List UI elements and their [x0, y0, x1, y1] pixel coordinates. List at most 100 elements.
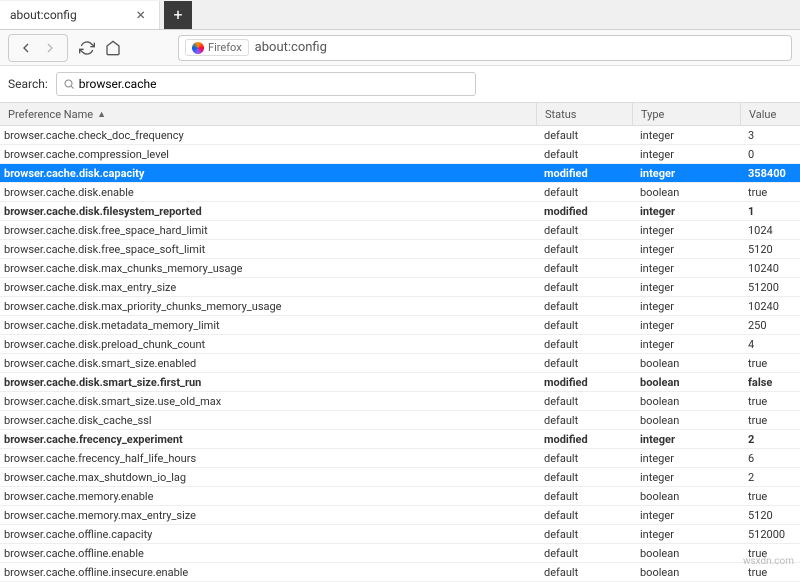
tab-title: about:config [10, 8, 77, 22]
pref-row[interactable]: browser.cache.disk.enabledefaultbooleant… [0, 183, 800, 202]
pref-row[interactable]: browser.cache.disk.max_priority_chunks_m… [0, 297, 800, 316]
pref-name: browser.cache.offline.insecure.enable [0, 566, 536, 579]
pref-value: 10240 [740, 300, 800, 313]
pref-row[interactable]: browser.cache.frecency_half_life_hoursde… [0, 449, 800, 468]
pref-value: 5120 [740, 243, 800, 256]
pref-row[interactable]: browser.cache.disk.preload_chunk_countde… [0, 335, 800, 354]
new-tab-button[interactable]: + [164, 1, 192, 29]
pref-status: default [536, 129, 632, 142]
pref-type: integer [632, 224, 740, 237]
pref-status: modified [536, 205, 632, 218]
column-header-value[interactable]: Value [740, 103, 800, 125]
pref-value: 358400 [740, 167, 800, 180]
pref-name: browser.cache.offline.enable [0, 547, 536, 560]
pref-status: default [536, 262, 632, 275]
back-button[interactable] [15, 37, 37, 59]
pref-name: browser.cache.disk.max_entry_size [0, 281, 536, 294]
pref-name: browser.cache.compression_level [0, 148, 536, 161]
pref-row[interactable]: browser.cache.memory.enabledefaultboolea… [0, 487, 800, 506]
pref-status: default [536, 357, 632, 370]
pref-type: boolean [632, 414, 740, 427]
pref-status: default [536, 471, 632, 484]
pref-row[interactable]: browser.cache.check_doc_frequencydefault… [0, 126, 800, 145]
pref-type: integer [632, 319, 740, 332]
close-icon[interactable]: × [132, 5, 149, 24]
pref-row[interactable]: browser.cache.disk.max_entry_sizedefault… [0, 278, 800, 297]
pref-row[interactable]: browser.cache.max_shutdown_io_lagdefault… [0, 468, 800, 487]
pref-row[interactable]: browser.cache.compression_leveldefaultin… [0, 145, 800, 164]
pref-type: boolean [632, 186, 740, 199]
pref-row[interactable]: browser.cache.disk.max_chunks_memory_usa… [0, 259, 800, 278]
pref-type: integer [632, 528, 740, 541]
pref-name: browser.cache.disk.free_space_soft_limit [0, 243, 536, 256]
pref-value: 1024 [740, 224, 800, 237]
pref-row[interactable]: browser.cache.offline.insecure.enabledef… [0, 563, 800, 582]
pref-value: false [740, 376, 800, 389]
pref-row[interactable]: browser.cache.disk.smart_size.use_old_ma… [0, 392, 800, 411]
pref-row[interactable]: browser.cache.offline.capacitydefaultint… [0, 525, 800, 544]
watermark: wsxdn.com [743, 556, 794, 567]
pref-name: browser.cache.disk.capacity [0, 167, 536, 180]
url-bar[interactable]: Firefox about:config [178, 35, 792, 61]
pref-name: browser.cache.disk.smart_size.enabled [0, 357, 536, 370]
pref-status: default [536, 243, 632, 256]
pref-row[interactable]: browser.cache.offline.enabledefaultboole… [0, 544, 800, 563]
home-button[interactable] [102, 37, 124, 59]
pref-name: browser.cache.offline.capacity [0, 528, 536, 541]
pref-row[interactable]: browser.cache.disk.free_space_hard_limit… [0, 221, 800, 240]
pref-row[interactable]: browser.cache.disk.smart_size.enableddef… [0, 354, 800, 373]
pref-name: browser.cache.disk.max_priority_chunks_m… [0, 300, 536, 313]
pref-type: integer [632, 509, 740, 522]
pref-status: default [536, 338, 632, 351]
pref-status: default [536, 414, 632, 427]
column-header-type[interactable]: Type [632, 103, 740, 125]
pref-status: default [536, 186, 632, 199]
pref-status: default [536, 566, 632, 579]
pref-value: 3 [740, 129, 800, 142]
search-input[interactable] [79, 77, 469, 91]
pref-status: default [536, 395, 632, 408]
pref-type: boolean [632, 376, 740, 389]
pref-name: browser.cache.disk.metadata_memory_limit [0, 319, 536, 332]
pref-row[interactable]: browser.cache.disk.filesystem_reportedmo… [0, 202, 800, 221]
pref-name: browser.cache.disk.preload_chunk_count [0, 338, 536, 351]
pref-value: 2 [740, 471, 800, 484]
pref-type: integer [632, 471, 740, 484]
pref-name: browser.cache.disk.max_chunks_memory_usa… [0, 262, 536, 275]
pref-value: 5120 [740, 509, 800, 522]
pref-value: 6 [740, 452, 800, 465]
pref-status: default [536, 452, 632, 465]
pref-name: browser.cache.memory.max_entry_size [0, 509, 536, 522]
column-header-name[interactable]: Preference Name ▲ [0, 108, 536, 121]
pref-row[interactable]: browser.cache.disk_cache_ssldefaultboole… [0, 411, 800, 430]
url-text: about:config [255, 40, 327, 55]
pref-value: true [740, 490, 800, 503]
pref-type: integer [632, 300, 740, 313]
column-header-status[interactable]: Status [536, 103, 632, 125]
pref-type: boolean [632, 357, 740, 370]
pref-type: integer [632, 129, 740, 142]
pref-value: true [740, 186, 800, 199]
pref-value: 512000 [740, 528, 800, 541]
pref-value: true [740, 395, 800, 408]
pref-row[interactable]: browser.cache.disk.free_space_soft_limit… [0, 240, 800, 259]
identity-badge[interactable]: Firefox [185, 39, 249, 56]
forward-button[interactable] [39, 37, 61, 59]
pref-row[interactable]: browser.cache.frecency_experimentmodifie… [0, 430, 800, 449]
reload-button[interactable] [76, 37, 98, 59]
pref-value: 1 [740, 205, 800, 218]
pref-row[interactable]: browser.cache.disk.capacitymodifiedinteg… [0, 164, 800, 183]
search-icon [63, 78, 75, 90]
pref-row[interactable]: browser.cache.memory.max_entry_sizedefau… [0, 506, 800, 525]
pref-name: browser.cache.memory.enable [0, 490, 536, 503]
search-box[interactable] [56, 72, 476, 96]
pref-type: integer [632, 262, 740, 275]
pref-type: integer [632, 167, 740, 180]
pref-type: boolean [632, 395, 740, 408]
pref-status: default [536, 547, 632, 560]
pref-status: default [536, 281, 632, 294]
tab-about-config[interactable]: about:config × [0, 1, 160, 29]
pref-row[interactable]: browser.cache.disk.smart_size.first_runm… [0, 373, 800, 392]
toolbar: Firefox about:config [0, 30, 800, 66]
pref-row[interactable]: browser.cache.disk.metadata_memory_limit… [0, 316, 800, 335]
